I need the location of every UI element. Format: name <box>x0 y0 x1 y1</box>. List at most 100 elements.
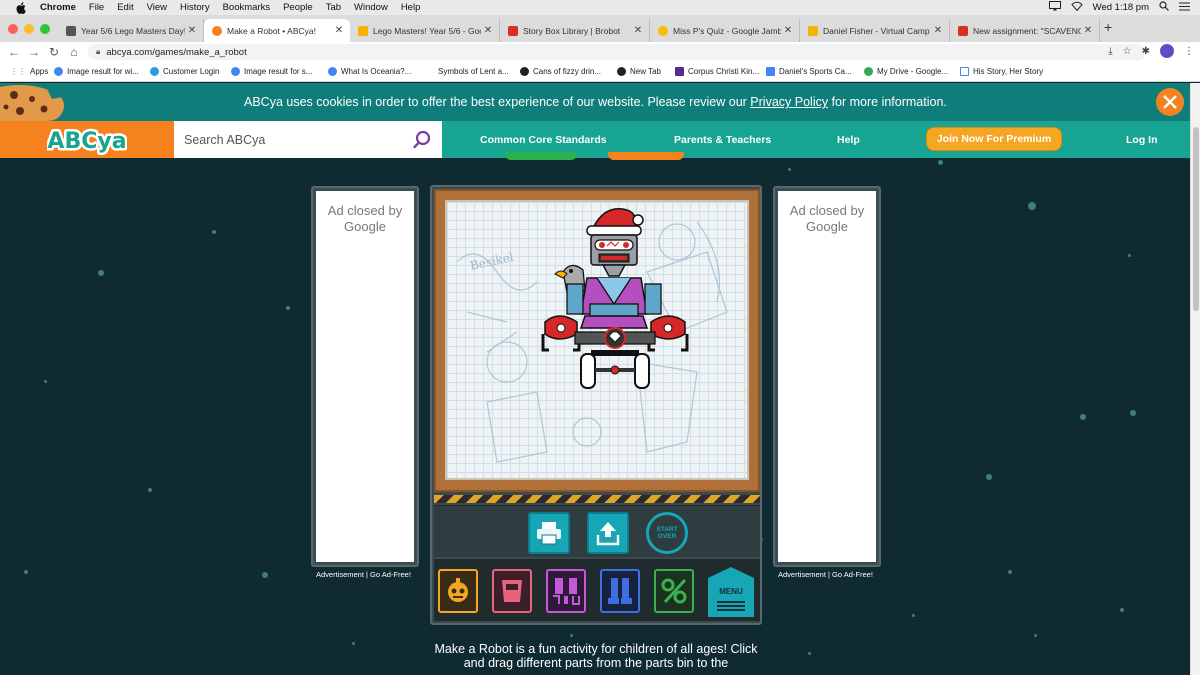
bookmark-label: Image result for s... <box>244 67 313 76</box>
abcya-logo-mark: ABCya ABCya <box>47 126 127 155</box>
bookmark-my-drive[interactable]: My Drive - Google... <box>864 67 948 76</box>
print-button[interactable] <box>528 512 570 554</box>
wifi-icon[interactable] <box>1070 1 1083 14</box>
tab-story-box-library[interactable]: Story Box Library | Brobot ✕ <box>500 19 650 42</box>
right-ad-content: Ad closed by Google <box>778 191 876 562</box>
bookmark-symbols-of-lent[interactable]: Symbols of Lent a... <box>438 67 509 76</box>
minimize-window-button[interactable] <box>24 24 34 34</box>
search-input[interactable]: Search ABCya <box>184 133 412 147</box>
site-favicon-icon <box>617 67 626 76</box>
home-icon[interactable]: ⌂ <box>64 45 84 59</box>
menu-tab[interactable]: Tab <box>326 2 341 13</box>
parts-category-heads[interactable] <box>438 569 478 613</box>
privacy-policy-link[interactable]: Privacy Policy <box>750 95 828 109</box>
bookmark-label: My Drive - Google... <box>877 67 949 76</box>
parts-category-legs[interactable] <box>600 569 640 613</box>
airplay-icon[interactable] <box>1048 1 1061 14</box>
start-over-button[interactable]: START OVER <box>646 512 688 554</box>
tab-close-icon[interactable]: ✕ <box>931 25 945 36</box>
abcya-logo[interactable]: ABCya ABCya <box>0 121 174 158</box>
tab-close-icon[interactable]: ✕ <box>1081 25 1095 36</box>
robot-canvas[interactable]: Besikel <box>445 200 749 480</box>
join-premium-button[interactable]: Join Now For Premium <box>926 127 1062 151</box>
tab-close-icon[interactable]: ✕ <box>185 25 199 36</box>
menu-help[interactable]: Help <box>401 2 421 13</box>
tab-close-icon[interactable]: ✕ <box>631 25 645 36</box>
page-scrollbar[interactable] <box>1190 83 1200 675</box>
nav-parents-teachers[interactable]: Parents & Teachers <box>674 134 771 146</box>
site-search[interactable]: Search ABCya <box>174 121 442 158</box>
tab-close-icon[interactable]: ✕ <box>332 25 346 36</box>
macos-menu-bar: Chrome File Edit View History Bookmarks … <box>0 0 1200 15</box>
zoom-window-button[interactable] <box>40 24 50 34</box>
background-dot <box>808 652 811 655</box>
log-in-link[interactable]: Log In <box>1126 134 1158 146</box>
parts-category-accessories[interactable] <box>654 569 694 613</box>
robot-wheels[interactable] <box>580 350 650 389</box>
cookie-close-button[interactable] <box>1156 88 1184 116</box>
parts-category-bodies[interactable] <box>492 569 532 613</box>
hidden-green-button-edge <box>505 152 577 160</box>
back-arrow-icon[interactable]: ← <box>4 45 24 59</box>
bookmark-label: Image result for wi... <box>67 67 140 76</box>
browser-tab-strip: Year 5/6 Lego Masters Day! ✕ Make a Robo… <box>0 15 1200 42</box>
clock-text[interactable]: Wed 1:18 pm <box>1093 2 1149 13</box>
bookmark-apps[interactable]: ⋮⋮ Apps <box>10 67 48 76</box>
bookmark-daniels-sports[interactable]: Daniel's Sports Ca... <box>766 67 852 76</box>
close-window-button[interactable] <box>8 24 18 34</box>
menu-people[interactable]: People <box>283 2 313 13</box>
menu-edit[interactable]: Edit <box>117 2 133 13</box>
bookmark-image-result-s[interactable]: Image result for s... <box>231 67 312 76</box>
spotlight-search-icon[interactable] <box>1159 1 1169 14</box>
parts-category-arms[interactable] <box>546 569 586 613</box>
drawing-board-frame: Besikel <box>434 189 760 492</box>
bookmark-new-tab[interactable]: New Tab <box>617 67 661 76</box>
save-download-button[interactable] <box>587 512 629 554</box>
tab-make-a-robot[interactable]: Make a Robot • ABCya! ✕ <box>204 19 350 42</box>
tab-miss-ps-quiz[interactable]: Miss P's Quiz - Google Jambo ✕ <box>650 19 800 42</box>
bookmark-corpus-christi[interactable]: Corpus Christi Kin... <box>675 67 759 76</box>
tab-lego-masters-google[interactable]: Lego Masters! Year 5/6 - Goog ✕ <box>350 19 500 42</box>
parts-menu-button[interactable]: MENU <box>708 567 754 617</box>
tab-new-assignment[interactable]: New assignment: "SCAVENGE ✕ <box>950 19 1100 42</box>
menu-app-name[interactable]: Chrome <box>40 2 76 13</box>
scrollbar-thumb[interactable] <box>1193 127 1199 311</box>
menu-file[interactable]: File <box>89 2 104 13</box>
bookmark-image-result-wi[interactable]: Image result for wi... <box>54 67 139 76</box>
tab-daniel-fisher[interactable]: Daniel Fisher - Virtual Camp Jo ✕ <box>800 19 950 42</box>
nav-help[interactable]: Help <box>837 134 860 146</box>
tab-lego-masters-day[interactable]: Year 5/6 Lego Masters Day! ✕ <box>58 19 204 42</box>
bookmark-his-story[interactable]: His Story, Her Story <box>960 67 1043 76</box>
left-ad-caption[interactable]: Advertisement | Go Ad-Free! <box>316 570 411 579</box>
bookmark-customer-login[interactable]: Customer Login <box>150 67 219 76</box>
bookmark-cans-of-fizzy[interactable]: Cans of fizzy drin... <box>520 67 601 76</box>
bookmark-star-icon[interactable]: ☆ <box>1123 46 1132 57</box>
address-bar[interactable]: 🔒︎ abcya.com/games/make_a_robot <box>88 44 1146 60</box>
menu-view[interactable]: View <box>147 2 167 13</box>
ad-closed-line1: Ad closed by <box>327 203 403 218</box>
apple-icon[interactable] <box>14 1 28 15</box>
reload-icon[interactable]: ↻ <box>44 45 64 59</box>
extensions-puzzle-icon[interactable]: ✱ <box>1142 46 1150 57</box>
ad-closed-line2: Google <box>344 219 386 234</box>
tab-close-icon[interactable]: ✕ <box>781 25 795 36</box>
profile-avatar[interactable] <box>1160 44 1174 58</box>
right-ad-caption[interactable]: Advertisement | Go Ad-Free! <box>778 570 873 579</box>
menu-history[interactable]: History <box>180 2 210 13</box>
nav-common-core-standards[interactable]: Common Core Standards <box>480 134 607 146</box>
tab-close-icon[interactable]: ✕ <box>481 25 495 36</box>
new-tab-plus-icon[interactable]: + <box>1104 19 1112 35</box>
control-center-icon[interactable] <box>1179 2 1190 14</box>
menu-bookmarks[interactable]: Bookmarks <box>223 2 271 13</box>
download-icon[interactable]: ⤓ <box>1108 46 1112 57</box>
forward-arrow-icon[interactable]: → <box>24 45 44 59</box>
search-icon[interactable] <box>412 130 432 150</box>
bookmark-what-is-oceania[interactable]: What Is Oceania?... <box>328 67 411 76</box>
robot-figure[interactable] <box>535 204 695 404</box>
menu-window[interactable]: Window <box>354 2 388 13</box>
robot-arms-icon <box>553 578 580 605</box>
url-text[interactable]: abcya.com/games/make_a_robot <box>106 47 246 58</box>
chrome-menu-kebab-icon[interactable]: ⋮ <box>1184 46 1194 57</box>
lock-icon[interactable]: 🔒︎ <box>96 47 100 57</box>
ad-closed-message: Ad closed by Google <box>778 203 876 235</box>
